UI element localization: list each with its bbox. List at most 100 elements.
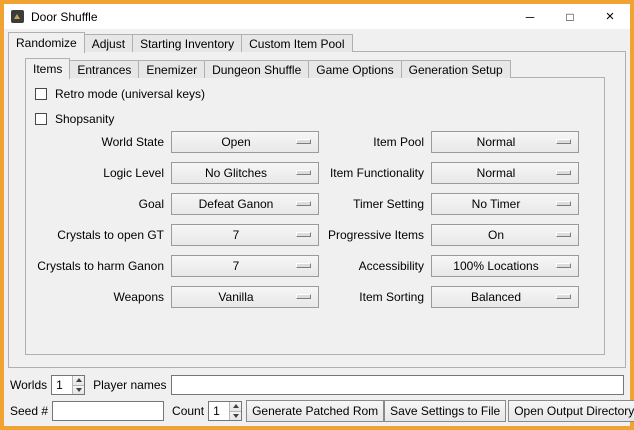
item-functionality-value: Normal	[477, 166, 516, 180]
timer-setting-label: Timer Setting	[326, 197, 424, 211]
accessibility-dropdown[interactable]: 100% Locations	[431, 255, 579, 277]
save-settings-button[interactable]: Save Settings to File	[384, 400, 506, 422]
dropdown-indicator-icon	[296, 139, 311, 144]
subtab-entrances[interactable]: Entrances	[69, 60, 139, 78]
count-spin-up-button[interactable]	[230, 402, 241, 411]
client-area: Randomize Adjust Starting Inventory Cust…	[4, 29, 630, 426]
arrow-up-icon	[76, 378, 82, 382]
window-controls: ─ □ ×	[510, 4, 630, 29]
tab-adjust[interactable]: Adjust	[84, 34, 133, 52]
arrow-up-icon	[233, 404, 239, 408]
worlds-spinner[interactable]: 1	[51, 375, 85, 395]
accessibility-value: 100% Locations	[453, 259, 538, 273]
dropdown-indicator-icon	[556, 232, 571, 237]
timer-setting-dropdown[interactable]: No Timer	[431, 193, 579, 215]
retro-mode-checkbox[interactable]	[35, 88, 47, 100]
items-tab-pane: Retro mode (universal keys) Shopsanity W…	[25, 77, 605, 355]
arrow-down-icon	[233, 414, 239, 418]
worlds-spin-up-button[interactable]	[73, 376, 84, 385]
settings-grid: World State Open Item Pool Normal Logic …	[28, 131, 579, 308]
close-button[interactable]: ×	[590, 4, 630, 29]
world-state-value: Open	[221, 135, 250, 149]
accessibility-label: Accessibility	[326, 259, 424, 273]
window-title: Door Shuffle	[31, 10, 98, 24]
progressive-items-label: Progressive Items	[326, 228, 424, 242]
item-sorting-label: Item Sorting	[326, 290, 424, 304]
item-sorting-value: Balanced	[471, 290, 521, 304]
seed-row: Seed # Count 1 Generate Patched Rom Save…	[10, 400, 624, 422]
subtab-game-options[interactable]: Game Options	[308, 60, 401, 78]
item-pool-label: Item Pool	[326, 135, 424, 149]
open-output-directory-button[interactable]: Open Output Directory	[508, 400, 634, 422]
item-pool-value: Normal	[477, 135, 516, 149]
subtab-generation-setup[interactable]: Generation Setup	[401, 60, 511, 78]
tab-starting-inventory[interactable]: Starting Inventory	[132, 34, 242, 52]
worlds-value: 1	[52, 376, 72, 394]
player-names-label: Player names	[93, 378, 166, 392]
item-functionality-dropdown[interactable]: Normal	[431, 162, 579, 184]
shopsanity-row: Shopsanity	[35, 112, 114, 126]
dropdown-indicator-icon	[296, 201, 311, 206]
door-shuffle-window: Door Shuffle ─ □ × Randomize Adjust Star…	[0, 0, 634, 430]
minimize-button[interactable]: ─	[510, 4, 550, 29]
dropdown-indicator-icon	[556, 139, 571, 144]
bottom-bar: Worlds 1 Player names Seed # Count 1	[8, 370, 626, 426]
world-state-dropdown[interactable]: Open	[171, 131, 319, 153]
maximize-icon: □	[566, 10, 573, 24]
worlds-spin-down-button[interactable]	[73, 385, 84, 395]
dropdown-indicator-icon	[556, 294, 571, 299]
crystals-gt-label: Crystals to open GT	[28, 228, 164, 242]
item-pool-dropdown[interactable]: Normal	[431, 131, 579, 153]
subtab-dungeon-shuffle[interactable]: Dungeon Shuffle	[204, 60, 309, 78]
minimize-icon: ─	[526, 10, 535, 24]
count-spin-down-button[interactable]	[230, 411, 241, 421]
crystals-gt-dropdown[interactable]: 7	[171, 224, 319, 246]
subtab-items[interactable]: Items	[25, 58, 70, 79]
retro-mode-row: Retro mode (universal keys)	[35, 87, 205, 101]
close-icon: ×	[606, 8, 615, 25]
main-tab-bar: Randomize Adjust Starting Inventory Cust…	[8, 31, 353, 52]
randomize-tab-pane: Items Entrances Enemizer Dungeon Shuffle…	[8, 51, 626, 368]
progressive-items-dropdown[interactable]: On	[431, 224, 579, 246]
dropdown-indicator-icon	[296, 232, 311, 237]
dropdown-indicator-icon	[296, 263, 311, 268]
seed-input[interactable]	[52, 401, 164, 421]
dropdown-indicator-icon	[296, 170, 311, 175]
dropdown-indicator-icon	[556, 263, 571, 268]
item-sorting-dropdown[interactable]: Balanced	[431, 286, 579, 308]
dropdown-indicator-icon	[556, 170, 571, 175]
weapons-value: Vanilla	[218, 290, 253, 304]
generate-patched-rom-button[interactable]: Generate Patched Rom	[246, 400, 384, 422]
subtab-enemizer[interactable]: Enemizer	[138, 60, 205, 78]
weapons-dropdown[interactable]: Vanilla	[171, 286, 319, 308]
crystals-ganon-label: Crystals to harm Ganon	[28, 259, 164, 273]
crystals-ganon-value: 7	[233, 259, 240, 273]
seed-label: Seed #	[10, 404, 48, 418]
goal-value: Defeat Ganon	[199, 197, 274, 211]
shopsanity-checkbox[interactable]	[35, 113, 47, 125]
crystals-ganon-dropdown[interactable]: 7	[171, 255, 319, 277]
goal-dropdown[interactable]: Defeat Ganon	[171, 193, 319, 215]
count-label: Count	[172, 404, 204, 418]
logic-level-value: No Glitches	[205, 166, 267, 180]
timer-setting-value: No Timer	[472, 197, 521, 211]
progressive-items-value: On	[488, 228, 504, 242]
goal-label: Goal	[28, 197, 164, 211]
count-spinner[interactable]: 1	[208, 401, 242, 421]
app-icon	[11, 10, 24, 23]
titlebar[interactable]: Door Shuffle ─ □ ×	[4, 4, 630, 29]
item-functionality-label: Item Functionality	[326, 166, 424, 180]
dropdown-indicator-icon	[296, 294, 311, 299]
logic-level-dropdown[interactable]: No Glitches	[171, 162, 319, 184]
count-spinner-buttons	[229, 402, 241, 420]
player-names-input[interactable]	[171, 375, 625, 395]
logic-level-label: Logic Level	[28, 166, 164, 180]
shopsanity-label: Shopsanity	[55, 112, 114, 126]
tab-custom-item-pool[interactable]: Custom Item Pool	[241, 34, 352, 52]
crystals-gt-value: 7	[233, 228, 240, 242]
sub-tab-bar: Items Entrances Enemizer Dungeon Shuffle…	[25, 57, 511, 78]
arrow-down-icon	[76, 388, 82, 392]
maximize-button[interactable]: □	[550, 4, 590, 29]
worlds-spinner-buttons	[72, 376, 84, 394]
tab-randomize[interactable]: Randomize	[8, 32, 85, 53]
